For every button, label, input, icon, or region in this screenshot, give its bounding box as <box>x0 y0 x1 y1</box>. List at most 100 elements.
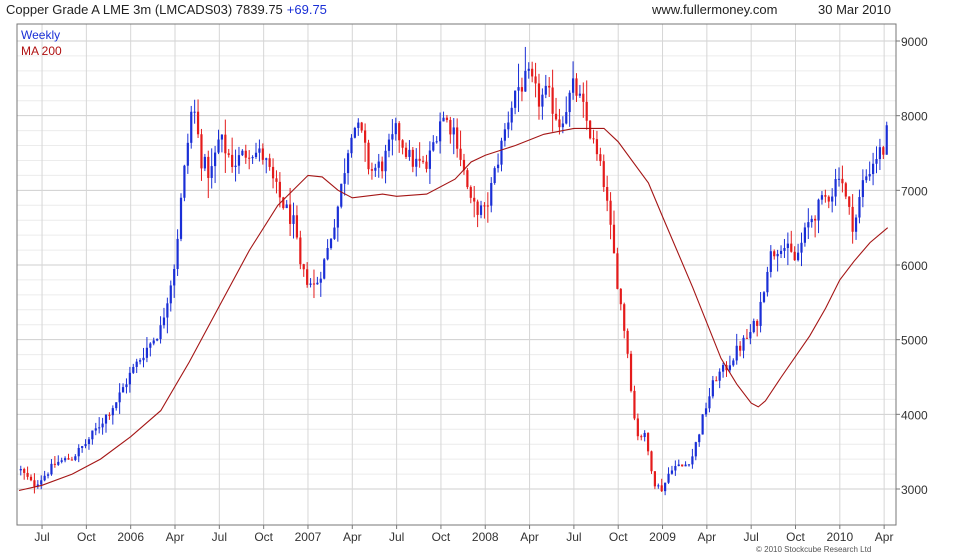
candle-body <box>265 158 268 160</box>
candle-body <box>87 439 91 445</box>
candle-body <box>377 161 380 168</box>
candle-body <box>132 366 135 373</box>
x-tick-label: Oct <box>77 530 96 544</box>
grid <box>17 24 896 525</box>
candle-body <box>394 123 397 135</box>
candle-body <box>50 463 53 475</box>
candle-body <box>510 107 513 123</box>
candle-body <box>739 345 742 351</box>
candle-body <box>854 217 858 232</box>
candle-body <box>94 428 97 431</box>
candle-body <box>60 460 63 462</box>
x-tick-label: Jul <box>744 530 759 544</box>
candle-body <box>493 168 496 183</box>
candle-body <box>633 390 636 419</box>
candle-body <box>275 178 278 182</box>
candle-body <box>435 141 438 143</box>
candle-body <box>241 150 244 156</box>
candle-body <box>261 148 264 160</box>
candle-body <box>653 471 656 487</box>
candle-body <box>848 196 851 207</box>
candle-body <box>882 147 885 155</box>
y-tick-label: 3000 <box>901 483 928 497</box>
candle-body <box>660 485 663 492</box>
candle-body <box>343 173 346 184</box>
candle-body <box>640 436 643 438</box>
candle-body <box>323 259 326 279</box>
candle-body <box>871 163 875 175</box>
x-tick-label: Apr <box>343 530 362 544</box>
candle-body <box>316 282 319 285</box>
candle-body <box>776 253 779 257</box>
candle-body <box>667 473 670 483</box>
candle-body <box>602 161 605 188</box>
candle-body <box>149 343 152 348</box>
candle-body <box>234 165 237 168</box>
candle-body <box>571 78 575 93</box>
x-tick-label: Oct <box>432 530 451 544</box>
candle-body <box>19 469 22 471</box>
candle-body <box>445 117 449 120</box>
candle-body <box>63 458 67 461</box>
candle-body <box>548 85 551 88</box>
candle-body <box>336 206 339 228</box>
legend-weekly: Weekly <box>21 28 60 42</box>
candle-body <box>67 458 70 460</box>
candle-body <box>333 227 336 239</box>
candle-body <box>295 215 299 238</box>
candle-body <box>793 251 796 261</box>
candle-body <box>319 278 322 283</box>
candle-body <box>486 205 489 207</box>
candle-body <box>745 337 749 339</box>
candle-body <box>541 94 544 107</box>
candle-body <box>704 408 708 415</box>
candle-body <box>841 178 844 184</box>
candle-body <box>681 464 684 467</box>
candle-body <box>421 160 425 162</box>
candle-body <box>173 269 176 286</box>
candle-body <box>364 130 367 143</box>
candle-body <box>190 111 193 143</box>
candle-body <box>715 380 718 382</box>
candle-body <box>766 271 769 293</box>
price-chart: 3000 4000 5000 6000 7000 8000 9000 Jul Oct 2006 A… <box>16 23 928 544</box>
copyright-notice: © 2010 Stockcube Research Ltd <box>756 545 872 554</box>
candle-body <box>868 174 871 177</box>
candle-body <box>53 463 56 465</box>
candle-body <box>381 161 384 172</box>
candle-body <box>684 464 687 467</box>
x-tick-label: 2010 <box>826 530 853 544</box>
candle-body <box>885 125 888 155</box>
candle-body <box>353 127 356 138</box>
x-tick-label: Oct <box>609 530 628 544</box>
candle-body <box>773 251 776 257</box>
candle-body <box>411 149 414 167</box>
candle-body <box>98 427 101 429</box>
candle-body <box>29 476 33 481</box>
candle-body <box>834 179 837 197</box>
candle-body <box>629 353 633 391</box>
candle-body <box>582 93 585 102</box>
candle-body <box>837 178 841 180</box>
candle-body <box>46 474 50 476</box>
y-tick-label: 8000 <box>901 110 928 124</box>
candle-body <box>537 83 541 107</box>
candle-body <box>70 459 74 461</box>
candle-body <box>77 447 80 457</box>
candle-body <box>271 166 275 179</box>
candle-body <box>878 147 882 160</box>
candle-body <box>26 472 29 477</box>
plot-area <box>16 23 897 526</box>
candle-body <box>329 238 333 249</box>
candle-body <box>619 288 622 305</box>
candle-body <box>664 482 667 492</box>
candle-body <box>803 227 807 243</box>
candle-body <box>565 112 568 124</box>
candle-body <box>108 414 111 416</box>
candle-body <box>312 283 316 285</box>
x-tick-label: Apr <box>520 530 539 544</box>
x-tick-label: Apr <box>698 530 717 544</box>
candle-body <box>807 222 810 228</box>
candle-body <box>473 197 476 202</box>
candle-body <box>254 152 258 158</box>
